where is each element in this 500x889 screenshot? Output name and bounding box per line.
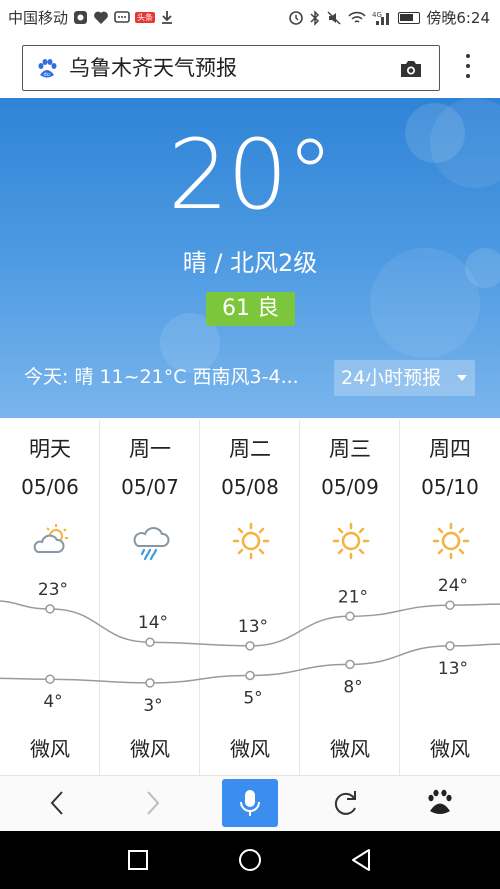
square-recents-icon[interactable]: [127, 849, 149, 871]
forecast-day-label: 周二: [229, 437, 271, 461]
current-condition: 晴 / 北风2级: [182, 249, 318, 277]
search-query-text: 乌鲁木齐天气预报: [69, 56, 237, 80]
forecast-date-label: 05/09: [321, 475, 379, 499]
refresh-button[interactable]: [295, 776, 395, 832]
browser-toolbar: [0, 775, 500, 831]
notification-app-icon: [74, 11, 88, 24]
forecast-day-label: 周三: [329, 437, 371, 461]
system-nav-bar: [0, 831, 500, 889]
caret-down-icon: [457, 375, 467, 381]
mute-icon: [327, 10, 341, 25]
chat-icon: [114, 11, 130, 23]
wifi-icon: [348, 11, 366, 23]
forecast-wind-label: 微风: [30, 737, 70, 761]
more-menu-button[interactable]: [458, 54, 478, 82]
news-badge: 头条: [135, 12, 156, 23]
more-vert-icon: [466, 64, 470, 68]
forecast-day-label: 周一: [129, 437, 171, 461]
refresh-icon: [334, 791, 356, 815]
forecast-day-column[interactable]: 明天 05/06 微风: [0, 420, 100, 775]
rain-icon: [133, 527, 170, 561]
forecast-day-column[interactable]: 周一 05/07 微风: [100, 420, 200, 775]
sunny-icon: [332, 522, 370, 560]
forecast-day-column[interactable]: 周四 05/10 微风: [400, 420, 500, 775]
forward-button[interactable]: [103, 776, 203, 832]
forecast-date-label: 05/07: [121, 475, 179, 499]
forecast-day-label: 周四: [429, 437, 471, 461]
status-right: 4G 傍晚6:24: [288, 7, 490, 28]
back-button[interactable]: [5, 776, 105, 832]
partly-cloudy-icon: [33, 524, 68, 553]
forecast-wind-label: 微风: [230, 737, 270, 761]
circle-home-icon[interactable]: [237, 847, 263, 873]
forecast-day-column[interactable]: 周二 05/08 微风: [200, 420, 300, 775]
app-root: 中国移动 头条 4G 傍晚6:24 du 乌鲁木齐天气预报 20° 晴 / 北风…: [0, 0, 500, 889]
baidu-paw-icon: [428, 789, 452, 814]
hourly-forecast-button[interactable]: 24小时预报: [334, 360, 475, 396]
forecast-date-label: 05/08: [221, 475, 279, 499]
alarm-icon: [289, 10, 304, 25]
chevron-left-icon: [50, 791, 63, 815]
hourly-forecast-label: 24小时预报: [341, 367, 442, 389]
forecast-wind-label: 微风: [130, 737, 170, 761]
baidu-paw-icon: du: [38, 59, 57, 78]
aqi-badge[interactable]: 61 良: [206, 292, 295, 326]
svg-text:4G: 4G: [372, 11, 382, 19]
forecast-date-label: 05/10: [421, 475, 479, 499]
more-vert-icon: [466, 74, 470, 78]
signal-icon: 4G: [372, 11, 390, 25]
sunny-icon: [432, 522, 470, 560]
battery-icon: [398, 11, 421, 24]
current-temperature: 20°: [167, 119, 334, 231]
voice-search-button[interactable]: [222, 779, 278, 827]
svg-text:du: du: [44, 72, 50, 78]
baidu-home-button[interactable]: [390, 776, 490, 832]
forecast-day-label: 明天: [29, 437, 71, 461]
current-weather-card: 20° 晴 / 北风2级 61 良 今天: 晴 11~21°C 西南风3-4..…: [0, 98, 500, 418]
heart-icon: [94, 11, 108, 24]
download-icon: [162, 11, 173, 24]
more-vert-icon: [466, 54, 470, 58]
clock-label: 傍晚6:24: [426, 9, 490, 27]
search-input[interactable]: du 乌鲁木齐天气预报: [22, 45, 440, 91]
sunny-icon: [232, 522, 270, 560]
browser-address-bar: du 乌鲁木齐天气预报: [0, 34, 500, 98]
status-left: 中国移动 头条: [8, 7, 174, 28]
today-summary: 今天: 晴 11~21°C 西南风3-4...: [24, 366, 299, 388]
status-bar: 中国移动 头条 4G 傍晚6:24: [0, 0, 500, 34]
forecast-wind-label: 微风: [430, 737, 470, 761]
forecast-day-column[interactable]: 周三 05/09 微风: [300, 420, 400, 775]
triangle-back-icon[interactable]: [349, 847, 373, 873]
daily-forecast: 明天 05/06 微风 周一 05/07 微风 周二 05/08 微风 周三 0…: [0, 420, 500, 775]
bluetooth-icon: [310, 9, 320, 26]
carrier-label: 中国移动: [8, 9, 69, 27]
microphone-icon: [240, 790, 260, 816]
chevron-right-icon: [147, 791, 160, 815]
camera-icon[interactable]: [399, 58, 423, 80]
forecast-wind-label: 微风: [330, 737, 370, 761]
forecast-date-label: 05/06: [21, 475, 79, 499]
